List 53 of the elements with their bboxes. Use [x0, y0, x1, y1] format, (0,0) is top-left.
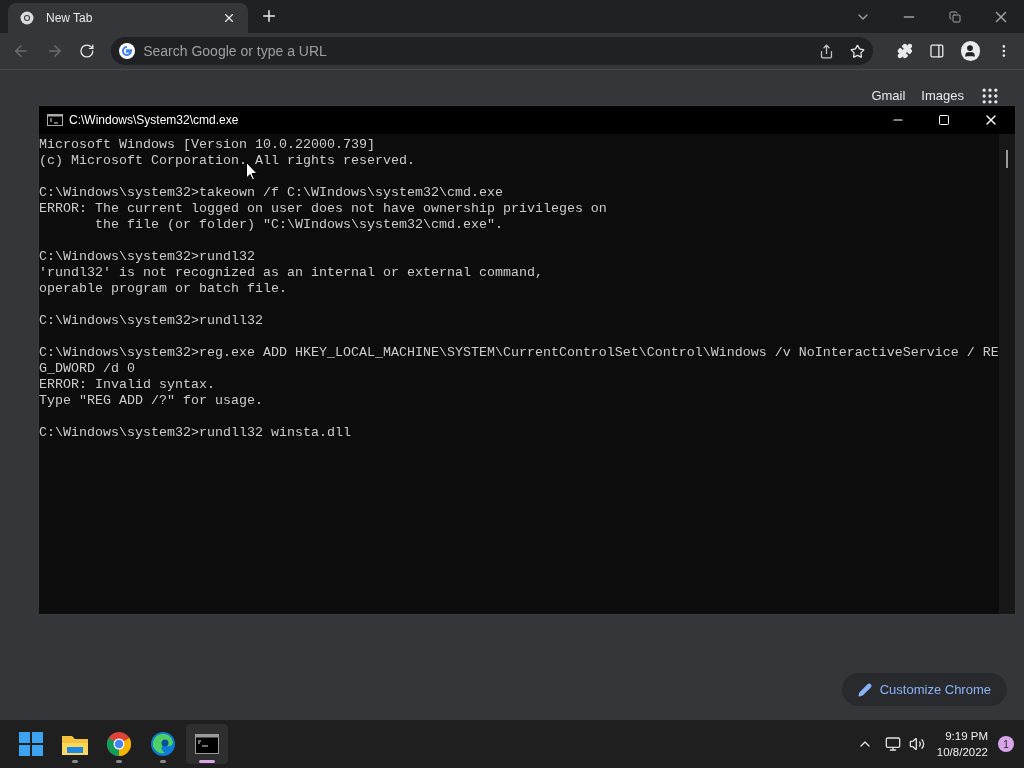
omnibox-input[interactable]: Search Google or type a URL — [143, 40, 812, 62]
apps-grid-icon[interactable] — [980, 86, 1000, 106]
scrollbar-thumb[interactable] — [1006, 150, 1008, 168]
extensions-icon[interactable] — [897, 43, 913, 59]
clock-time: 9:19 PM — [945, 729, 988, 744]
volume-icon[interactable] — [908, 736, 925, 752]
profile-avatar[interactable] — [960, 41, 981, 61]
taskbar-app[interactable] — [186, 724, 228, 764]
browser-tab[interactable]: New Tab — [8, 3, 248, 33]
console-line: C:\Windows\system32>rundll32 — [39, 313, 263, 329]
maximize-icon[interactable] — [938, 114, 950, 126]
console-line: G_DWORD /d 0 — [39, 361, 135, 377]
console-line: C:\Windows\system32>rundll32 winsta.dll — [39, 425, 351, 441]
console-line: 'rundl32' is not recognized as an internal or external command, — [39, 265, 543, 281]
console-line: ERROR: Invalid syntax. — [39, 377, 215, 393]
console-line: C:\Windows\system32>takeown /f C:\WIndows\system32\cmd.exe — [39, 185, 503, 201]
console-line: operable program or batch file. — [39, 281, 287, 297]
notification-badge[interactable]: 1 — [998, 736, 1014, 752]
command-prompt-icon — [195, 734, 219, 754]
customize-chrome-button[interactable]: Customize Chrome — [841, 673, 1007, 706]
console-title: C:\Windows\System32\cmd.exe — [69, 112, 240, 129]
console-line: C:\Windows\system32>reg.exe ADD HKEY_LOCAL_MACHINE\SYSTEM\CurrentControlSet\Control\Windows /v NoInteractiveService / RE — [39, 345, 999, 361]
edge-logo-icon — [151, 732, 175, 756]
close-tab-icon[interactable] — [222, 11, 236, 25]
console-line: Microsoft Windows [Version 10.0.22000.739] — [39, 137, 375, 153]
tab-title: New Tab — [46, 10, 94, 27]
share-icon[interactable] — [819, 43, 835, 59]
running-indicator — [72, 760, 78, 763]
clock[interactable]: 9:19 PM 10/8/2022 — [936, 728, 988, 760]
console-line: C:\Windows\system32>rundl32 — [39, 249, 255, 265]
folder-icon — [62, 733, 88, 755]
console-line: (c) Microsoft Corporation. All rights reserved. — [39, 153, 415, 169]
google-logo-icon — [119, 43, 136, 59]
bookmark-star-icon[interactable] — [850, 43, 866, 59]
side-panel-icon[interactable] — [928, 43, 945, 59]
running-indicator — [116, 760, 122, 763]
address-bar[interactable]: Search Google or type a URL — [111, 37, 874, 65]
console-line: Type "REG ADD /?" for usage. — [39, 393, 263, 409]
clock-date: 10/8/2022 — [936, 745, 988, 760]
scrollbar[interactable] — [999, 134, 1015, 614]
new-tab-icon[interactable] — [260, 7, 278, 25]
running-indicator — [199, 760, 215, 763]
header-link[interactable]: Images — [921, 86, 964, 106]
console-line: the file (or folder) "C:\WIndows\system32\cmd.exe". — [94, 217, 503, 233]
running-indicator — [160, 760, 166, 763]
console-line: ERROR: The current logged on user does not have ownership privileges on — [39, 201, 607, 217]
windows-logo-icon — [19, 732, 43, 756]
restore-icon[interactable] — [949, 10, 961, 23]
reload-icon[interactable] — [79, 43, 96, 59]
mouse-cursor-icon — [246, 162, 258, 181]
console-icon — [47, 114, 63, 126]
header-link[interactable]: Gmail — [871, 86, 906, 106]
pencil-icon — [857, 682, 872, 697]
